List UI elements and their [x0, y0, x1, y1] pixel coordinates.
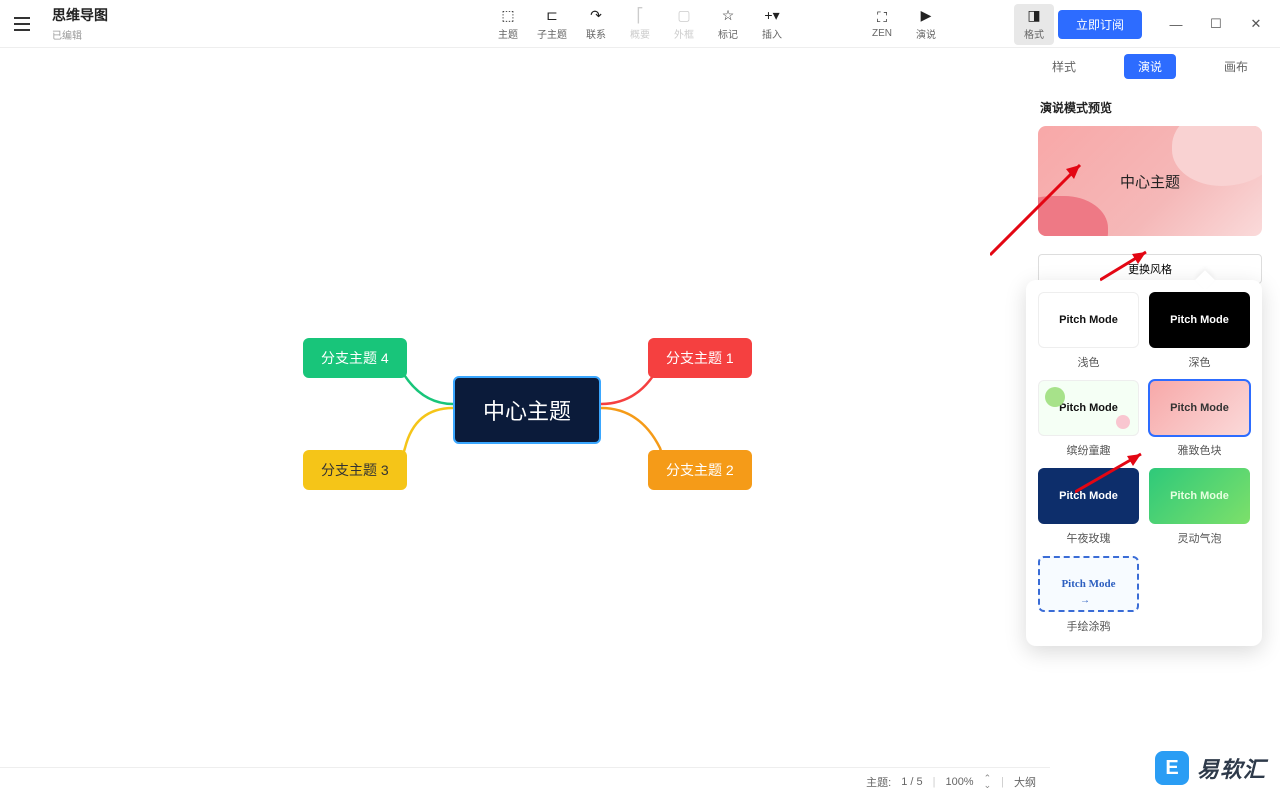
- outline-button[interactable]: 大纲: [1014, 774, 1036, 790]
- status-bar: 主题: 1 / 5 | 100% ⌃ ⌄ | 大纲: [0, 767, 1050, 795]
- minimize-icon[interactable]: —: [1158, 11, 1194, 37]
- zen-button[interactable]: ⛶ZEN: [862, 6, 902, 43]
- document-title: 思维导图: [52, 5, 108, 25]
- branch-node-1[interactable]: 分支主题 1: [648, 338, 752, 378]
- summary-button[interactable]: ⎡概要: [620, 4, 660, 45]
- relation-icon: ↷: [590, 8, 602, 24]
- document-title-block: 思维导图 已编辑: [52, 5, 108, 42]
- close-icon[interactable]: ✕: [1238, 11, 1274, 37]
- marker-icon: ☆: [722, 8, 735, 24]
- marker-button[interactable]: ☆标记: [708, 4, 748, 45]
- insert-icon: +▾: [764, 8, 779, 24]
- branch-node-3[interactable]: 分支主题 3: [303, 450, 407, 490]
- document-status: 已编辑: [52, 27, 108, 42]
- watermark: E 易软汇: [1155, 751, 1266, 785]
- boundary-icon: ▢: [677, 8, 690, 24]
- branch-node-2[interactable]: 分支主题 2: [648, 450, 752, 490]
- tab-present[interactable]: 演说: [1124, 54, 1176, 79]
- branch-node-4[interactable]: 分支主题 4: [303, 338, 407, 378]
- topic-button[interactable]: ⬚主题: [488, 4, 528, 45]
- style-picker-popup: Pitch Mode 浅色 Pitch Mode 深色 Pitch Mode 缤…: [1026, 280, 1262, 646]
- tab-canvas[interactable]: 画布: [1210, 54, 1262, 79]
- style-option-hand[interactable]: Pitch Mode 手绘涂鸦: [1038, 556, 1139, 634]
- zoom-stepper[interactable]: ⌃ ⌄: [984, 775, 992, 789]
- watermark-text: 易软汇: [1197, 752, 1266, 784]
- style-option-midnight[interactable]: Pitch Mode 午夜玫瑰: [1038, 468, 1139, 546]
- style-option-bubble[interactable]: Pitch Mode 灵动气泡: [1149, 468, 1250, 546]
- central-topic-node[interactable]: 中心主题: [453, 376, 601, 444]
- menu-icon[interactable]: [8, 10, 36, 38]
- mindmap-canvas[interactable]: 中心主题 分支主题 4 分支主题 1 分支主题 3 分支主题 2: [0, 48, 1050, 758]
- toolbar-right: ⛶ZEN ▶演说 ◨格式 立即订阅 — ☐ ✕: [862, 0, 1274, 48]
- style-option-elegant[interactable]: Pitch Mode 雅致色块: [1149, 380, 1250, 458]
- style-option-dark[interactable]: Pitch Mode 深色: [1149, 292, 1250, 370]
- zen-icon: ⛶: [877, 10, 887, 26]
- main-toolbar: ⬚主题 ⊏子主题 ↷联系 ⎡概要 ▢外框 ☆标记 +▾插入: [488, 0, 792, 48]
- format-icon: ◨: [1027, 8, 1040, 24]
- titlebar: 思维导图 已编辑 ⬚主题 ⊏子主题 ↷联系 ⎡概要 ▢外框 ☆标记 +▾插入 ⛶…: [0, 0, 1280, 48]
- topic-icon: ⬚: [501, 8, 514, 24]
- panel-tabs: 样式 演说 画布: [1034, 48, 1266, 85]
- style-option-colorful[interactable]: Pitch Mode 缤纷童趣: [1038, 380, 1139, 458]
- topic-label: 主题:: [866, 774, 891, 790]
- present-preview[interactable]: 中心主题: [1038, 126, 1262, 236]
- style-option-light[interactable]: Pitch Mode 浅色: [1038, 292, 1139, 370]
- preview-text: 中心主题: [1120, 171, 1180, 192]
- zoom-down-icon[interactable]: ⌄: [984, 782, 992, 789]
- topic-count: 1 / 5: [901, 776, 922, 788]
- insert-button[interactable]: +▾插入: [752, 4, 792, 45]
- tab-style[interactable]: 样式: [1038, 54, 1090, 79]
- summary-icon: ⎡: [637, 8, 644, 24]
- maximize-icon[interactable]: ☐: [1198, 11, 1234, 37]
- boundary-button[interactable]: ▢外框: [664, 4, 704, 45]
- watermark-logo-icon: E: [1155, 751, 1189, 785]
- zoom-value[interactable]: 100%: [945, 776, 973, 788]
- preview-section-title: 演说模式预览: [1034, 85, 1266, 126]
- subscribe-button[interactable]: 立即订阅: [1058, 10, 1142, 39]
- subtopic-button[interactable]: ⊏子主题: [532, 4, 572, 45]
- subtopic-icon: ⊏: [546, 8, 558, 24]
- present-button[interactable]: ▶演说: [906, 4, 946, 45]
- format-button[interactable]: ◨格式: [1014, 4, 1054, 45]
- format-panel: 样式 演说 画布 演说模式预览 中心主题 更换风格: [1034, 48, 1266, 284]
- present-icon: ▶: [921, 8, 932, 24]
- relation-button[interactable]: ↷联系: [576, 4, 616, 45]
